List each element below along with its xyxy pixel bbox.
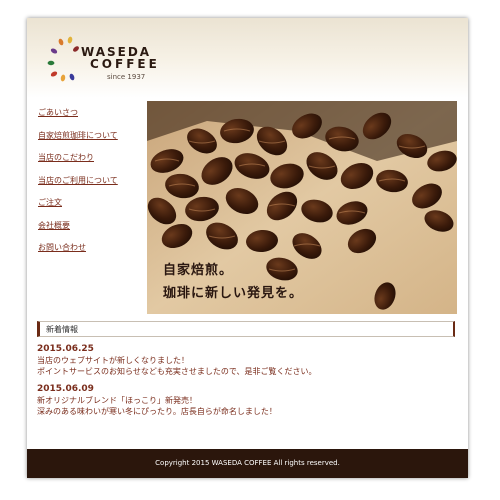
page: WASEDA COFFEE since 1937 ごあいさつ 自家焙煎珈琲につい…: [27, 18, 468, 478]
hero-caption-line1: 自家焙煎。: [163, 263, 234, 278]
nav-item-company: 会社概要: [38, 213, 148, 236]
hero-image: 自家焙煎。 珈琲に新しい発見を。: [147, 101, 457, 314]
news-item: 2015.06.25 当店のウェブサイトが新しくなりました！ ポイントサービスの…: [37, 344, 457, 377]
nav-item-contact: お問い合わせ: [38, 235, 148, 258]
news-text-line: 当店のウェブサイトが新しくなりました！: [37, 356, 189, 365]
nav-link-order[interactable]: ご注文: [38, 198, 62, 207]
news-date: 2015.06.25: [37, 344, 94, 354]
logo-beans-icon: [47, 36, 79, 82]
news-text-line: ポイントサービスのお知らせなども充実させましたので、是非ご覧ください。: [37, 367, 317, 376]
nav-item-order: ご注文: [38, 190, 148, 213]
copyright-text: Copyright 2015 WASEDA COFFEE All rights …: [155, 459, 340, 467]
nav-link-greeting[interactable]: ごあいさつ: [38, 108, 78, 117]
nav-link-company[interactable]: 会社概要: [38, 221, 70, 230]
hero-caption: 自家焙煎。 珈琲に新しい発見を。: [163, 259, 303, 305]
news-text-line: 新オリジナルブレンド「ほっこり」新発売！: [37, 396, 197, 405]
sidebar-nav: ごあいさつ 自家焙煎珈琲について 当店のこだわり 当店のご利用について ご注文 …: [38, 100, 148, 258]
logo[interactable]: WASEDA COFFEE since 1937: [47, 32, 187, 92]
news-list: 2015.06.25 当店のウェブサイトが新しくなりました！ ポイントサービスの…: [37, 344, 457, 424]
logo-text: WASEDA COFFEE since 1937: [81, 46, 160, 82]
nav-link-commitment[interactable]: 当店のこだわり: [38, 153, 94, 162]
footer: Copyright 2015 WASEDA COFFEE All rights …: [27, 449, 468, 478]
header: WASEDA COFFEE since 1937: [27, 18, 468, 98]
news-text-line: 深みのある味わいが寒い冬にぴったり。店長自らが命名しました！: [37, 407, 277, 416]
news-section-title: 新着情報: [37, 321, 455, 337]
hero-caption-line2: 珈琲に新しい発見を。: [163, 286, 304, 301]
nav-link-contact[interactable]: お問い合わせ: [38, 243, 86, 252]
news-date: 2015.06.09: [37, 384, 94, 394]
logo-line-coffee: COFFEE: [90, 57, 160, 71]
nav-link-usage[interactable]: 当店のご利用について: [38, 176, 118, 185]
nav-link-roasted-coffee[interactable]: 自家焙煎珈琲について: [38, 131, 118, 140]
nav-item-usage: 当店のご利用について: [38, 168, 148, 191]
nav-item-roasted-coffee: 自家焙煎珈琲について: [38, 123, 148, 146]
logo-since: since 1937: [107, 73, 146, 81]
nav-item-greeting: ごあいさつ: [38, 100, 148, 123]
nav-item-commitment: 当店のこだわり: [38, 145, 148, 168]
news-item: 2015.06.09 新オリジナルブレンド「ほっこり」新発売！ 深みのある味わい…: [37, 384, 457, 417]
